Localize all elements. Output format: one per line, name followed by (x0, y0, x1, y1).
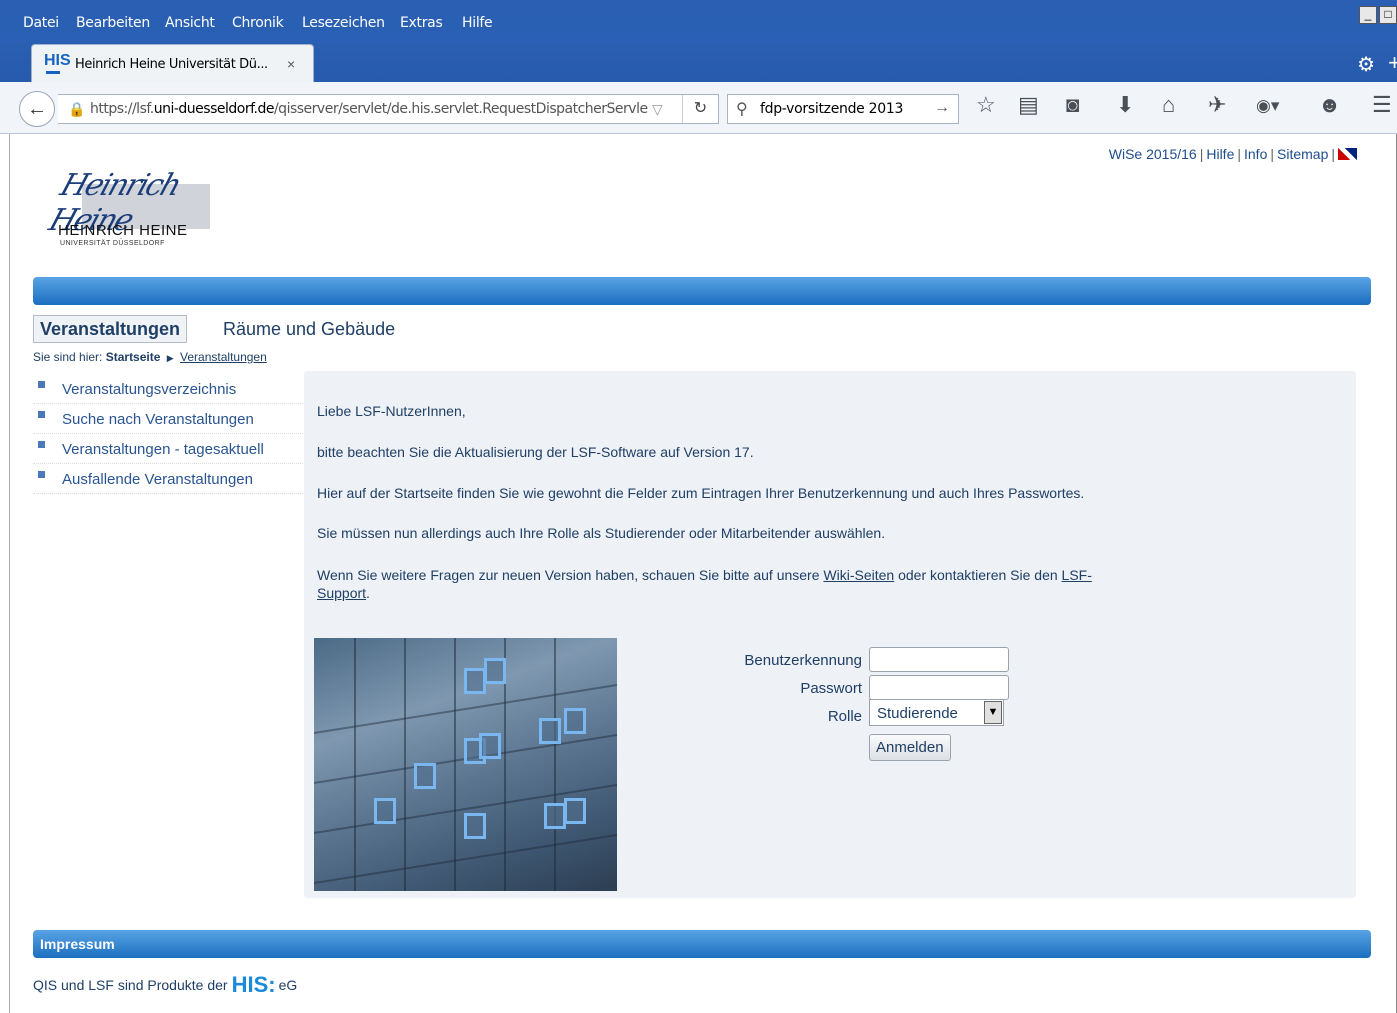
message-paragraph-2a: Hier auf der Startseite finden Sie wie g… (317, 485, 1085, 501)
hamburger-menu-icon[interactable]: ☰ (1372, 92, 1392, 118)
browser-chrome: Datei Bearbeiten Ansicht Chronik Lesezei… (0, 0, 1397, 134)
search-bar[interactable]: ⚲ fdp-vorsitzende 2013 → (727, 94, 959, 124)
nav-item-ausfallende[interactable]: Ausfallende Veranstaltungen (33, 464, 303, 494)
menu-chronik[interactable]: Chronik (232, 15, 284, 31)
back-arrow-icon[interactable]: ← (19, 91, 55, 127)
role-selected-value: Studierende (877, 705, 958, 722)
password-label: Passwort (800, 680, 862, 697)
menu-bar: Datei Bearbeiten Ansicht Chronik Lesezei… (0, 0, 1397, 44)
bullet-icon (38, 441, 45, 448)
chevron-down-icon[interactable]: ▼ (984, 701, 1002, 724)
bullet-icon (38, 381, 45, 388)
adblock-icon[interactable]: ◉▾ (1256, 96, 1279, 116)
reload-icon[interactable]: ↻ (682, 95, 718, 123)
reading-list-icon[interactable]: ▤ (1018, 92, 1039, 118)
browser-tab[interactable]: HIS Heinrich Heine Universität Dü... × (31, 44, 314, 82)
logo-subtitle: UNIVERSITÄT DÜSSELDORF (60, 240, 165, 247)
nav-item-verzeichnis[interactable]: Veranstaltungsverzeichnis (33, 374, 303, 404)
help-link[interactable]: Hilfe (1206, 146, 1234, 162)
page-content: WiSe 2015/16 | Hilfe | Info | Sitemap | Heinric… (10, 134, 1397, 1013)
download-icon[interactable]: ⬇ (1116, 92, 1134, 118)
menu-lesezeichen[interactable]: Lesezeichen (302, 15, 385, 31)
content-panel: Liebe LSF-NutzerInnen, bitte beachten Si… (304, 371, 1356, 898)
minimize-icon[interactable]: _ (1359, 6, 1377, 24)
tab-title: Heinrich Heine Universität Dü... (75, 57, 268, 72)
message-greeting: Liebe LSF-NutzerInnen, (317, 403, 466, 419)
nav-item-label: Veranstaltungsverzeichnis (62, 381, 237, 398)
user-label: Benutzerkennung (744, 652, 862, 669)
new-tab-icon[interactable]: + (1388, 50, 1397, 76)
lock-icon: 🔒 (68, 101, 86, 117)
nav-item-label: Veranstaltungen - tagesaktuell (62, 441, 264, 458)
tab-close-icon[interactable]: × (287, 56, 295, 72)
bookmark-star-icon[interactable]: ☆ (976, 92, 996, 118)
menu-bearbeiten[interactable]: Bearbeiten (76, 15, 150, 31)
search-input[interactable]: fdp-vorsitzende 2013 (760, 101, 903, 117)
search-go-icon[interactable]: → (934, 99, 950, 117)
role-label: Rolle (827, 708, 862, 725)
window-controls: _ □ (1359, 6, 1397, 24)
password-input[interactable] (869, 675, 1009, 700)
menu-datei[interactable]: Datei (23, 15, 59, 31)
footer-text: QIS und LSF sind Produkte der HIS: eG (33, 972, 298, 997)
nav-item-suche[interactable]: Suche nach Veranstaltungen (33, 404, 303, 434)
url-dropdown-icon[interactable]: ▽ (652, 101, 663, 118)
breadcrumb-arrow-icon: ▶ (166, 353, 174, 363)
header-bar (33, 277, 1371, 305)
top-links: WiSe 2015/16 | Hilfe | Info | Sitemap | (1109, 146, 1357, 162)
url-text: https://lsf.uni-duesseldorf.de/qisserver… (90, 101, 648, 117)
window-left-edge (0, 134, 10, 1013)
gear-icon[interactable]: ⚙ (1357, 52, 1375, 77)
info-link[interactable]: Info (1244, 146, 1267, 162)
wiki-link[interactable]: Wiki-Seiten (823, 567, 894, 583)
search-icon: ⚲ (736, 101, 748, 118)
his-logo[interactable]: HIS: (232, 972, 276, 997)
home-icon[interactable]: ⌂ (1162, 92, 1175, 118)
footer-bar: Impressum (33, 930, 1371, 958)
logo-name: HEINRICH HEINE (58, 222, 188, 239)
bullet-icon (38, 471, 45, 478)
menu-hilfe[interactable]: Hilfe (462, 15, 493, 31)
nav-item-label: Suche nach Veranstaltungen (62, 411, 254, 428)
role-select[interactable]: Studierende ▼ (869, 699, 1004, 726)
nav-item-label: Ausfallende Veranstaltungen (62, 471, 253, 488)
maximize-icon[interactable]: □ (1379, 6, 1397, 24)
breadcrumb-home[interactable]: Startseite (106, 350, 161, 364)
his-favicon-icon: HIS (44, 52, 71, 74)
username-input[interactable] (869, 647, 1009, 672)
pocket-icon[interactable]: ◙ (1066, 92, 1079, 118)
chat-icon[interactable]: ☻ (1318, 92, 1341, 118)
bullet-icon (38, 411, 45, 418)
login-button[interactable]: Anmelden (869, 734, 951, 761)
message-paragraph-3: Wenn Sie weitere Fragen zur neuen Versio… (317, 567, 1092, 601)
breadcrumb-current[interactable]: Veranstaltungen (180, 350, 267, 364)
uk-flag-icon[interactable] (1338, 148, 1357, 160)
tab-raeume-gebaeude[interactable]: Räume und Gebäude (223, 319, 395, 340)
message-paragraph-1: bitte beachten Sie die Aktualisierung de… (317, 444, 754, 460)
semester-link[interactable]: WiSe 2015/16 (1109, 146, 1197, 162)
url-bar[interactable]: 🔒 https://lsf.uni-duesseldorf.de/qisserv… (58, 94, 719, 124)
message-paragraph-2b: Sie müssen nun allerdings auch Ihre Roll… (317, 525, 886, 541)
building-photo (314, 638, 617, 891)
breadcrumb: Sie sind hier: Startseite ▶ Veranstaltun… (33, 350, 267, 364)
tab-veranstaltungen[interactable]: Veranstaltungen (33, 315, 188, 343)
breadcrumb-prefix: Sie sind hier: (33, 350, 103, 364)
impressum-link[interactable]: Impressum (40, 936, 115, 952)
university-logo[interactable]: Heinrich Heine HEINRICH HEINE UNIVERSITÄ… (45, 156, 225, 258)
menu-ansicht[interactable]: Ansicht (165, 15, 215, 31)
send-icon[interactable]: ✈ (1208, 92, 1226, 118)
sitemap-link[interactable]: Sitemap (1277, 146, 1328, 162)
menu-extras[interactable]: Extras (400, 15, 443, 31)
navigation-bar: ← 🔒 https://lsf.uni-duesseldorf.de/qisse… (0, 82, 1397, 134)
side-navigation: Veranstaltungsverzeichnis Suche nach Ver… (33, 374, 303, 494)
nav-item-tagesaktuell[interactable]: Veranstaltungen - tagesaktuell (33, 434, 303, 464)
